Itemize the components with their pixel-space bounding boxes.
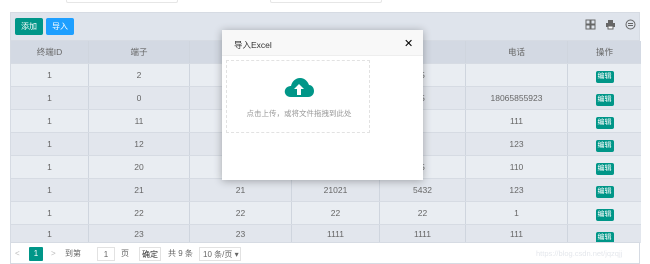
table-cell: 11 [89,110,190,132]
action-cell: 编辑 [568,110,641,132]
filter-field-2[interactable] [270,0,382,3]
print-icon[interactable] [603,19,617,33]
table-cell: 111 [466,110,568,132]
table-cell: 22 [380,202,466,224]
table-cell: 21 [190,179,292,201]
edit-button[interactable]: 编辑 [595,117,614,129]
header-cell[interactable]: 电话 [466,41,568,63]
table-cell: 1111 [380,225,466,243]
upload-drop-zone[interactable]: 点击上传，或将文件拖拽到此处 [226,60,370,133]
table-cell: 18065855923 [466,87,568,109]
columns-icon[interactable] [583,19,597,33]
cloud-upload-icon [284,78,314,97]
confirm-button[interactable]: 确定 [139,247,161,261]
table-cell: 123 [466,179,568,201]
prev-page-button[interactable]: < [15,247,20,261]
next-page-button[interactable]: > [51,247,56,261]
goto-page-input[interactable]: 1 [97,247,115,261]
table-cell: 123 [466,133,568,155]
table-cell: 22 [292,202,380,224]
import-button[interactable]: 导入 [46,18,74,35]
action-cell: 编辑 [568,133,641,155]
table-cell: 1 [11,87,89,109]
table-cell: 20 [89,156,190,178]
header-cell[interactable]: 端子 [89,41,190,63]
table-cell: 1 [11,225,89,243]
close-icon[interactable]: ✕ [404,37,413,50]
table-cell: 1111 [292,225,380,243]
table-cell: 1 [11,64,89,86]
table-cell: 110 [466,156,568,178]
table-row[interactable]: 1 22 22 22 22 1 编辑 [11,201,641,224]
table-cell [466,64,568,86]
watermark: https://blog.csdn.net/jqzqjj [536,249,623,258]
page-size-select[interactable]: 10 条/页 ▾ [199,247,241,261]
table-cell: 1 [11,156,89,178]
action-cell: 编辑 [568,179,641,201]
table-cell: 22 [89,202,190,224]
table-cell: 12 [89,133,190,155]
top-filter-strip [0,0,650,10]
action-cell: 编辑 [568,156,641,178]
table-row[interactable]: 1 21 21 21021 5432 123 编辑 [11,178,641,201]
edit-button[interactable]: 编辑 [595,140,614,152]
table-cell: 1 [466,202,568,224]
goto-label: 到第 [65,249,81,258]
add-button[interactable]: 添加 [15,18,43,35]
upload-hint: 点击上传，或将文件拖拽到此处 [246,109,352,118]
total-count: 共 9 条 [168,249,193,258]
current-page-button[interactable]: 1 [29,247,43,261]
dialog-header: 导入Excel ✕ [222,30,423,56]
edit-button[interactable]: 编辑 [595,71,614,83]
table-cell: 21 [89,179,190,201]
table-cell: 22 [190,202,292,224]
header-cell[interactable]: 终端ID [11,41,89,63]
table-cell: 1 [11,179,89,201]
action-cell: 编辑 [568,64,641,86]
edit-button[interactable]: 编辑 [595,209,614,221]
table-cell: 1 [11,202,89,224]
export-icon[interactable] [623,19,637,33]
table-cell: 2 [89,64,190,86]
header-cell: 操作 [595,47,613,57]
edit-button[interactable]: 编辑 [595,186,614,198]
table-cell: 1 [11,110,89,132]
table-cell: 0 [89,87,190,109]
edit-button[interactable]: 编辑 [595,163,614,175]
table-cell: 21021 [292,179,380,201]
action-cell: 编辑 [568,87,641,109]
dialog-title: 导入Excel [234,40,272,50]
filter-field-1[interactable] [66,0,178,3]
table-cell: 5432 [380,179,466,201]
table-cell: 111 [466,225,568,243]
table-cell: 23 [190,225,292,243]
table-row[interactable]: 1 23 23 1111 1111 111 编辑 [11,224,641,244]
action-cell: 编辑 [568,225,641,244]
table-cell: 1 [11,133,89,155]
table-cell: 23 [89,225,190,243]
edit-button[interactable]: 编辑 [595,94,614,106]
page-label: 页 [121,249,129,258]
action-cell: 编辑 [568,202,641,224]
import-excel-dialog: 导入Excel ✕ 点击上传，或将文件拖拽到此处 [222,30,423,180]
